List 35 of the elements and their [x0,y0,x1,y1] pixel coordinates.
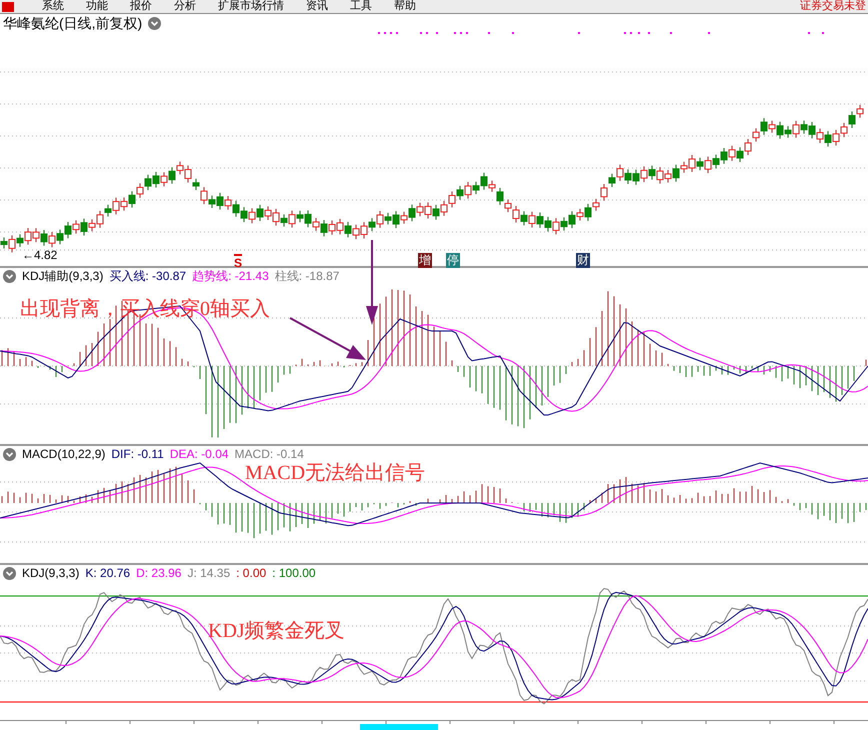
collapse-icon[interactable] [3,448,16,460]
event-badge[interactable]: 财 [576,253,590,268]
event-badge[interactable]: 停 [446,253,460,268]
indicator-value: DIF: -0.11 [111,446,164,463]
menu-item[interactable]: 功能 [86,0,108,13]
indicator-name: MACD(10,22,9) [22,446,106,463]
collapse-icon[interactable] [3,270,16,282]
indicator-value: D: 23.96 [136,565,182,582]
annotation-text: KDJ频繁金死叉 [208,619,345,644]
stock-title: 华峰氨纶(日线,前复权) [3,14,142,33]
indicator-value: : 0.00 [236,565,266,582]
menu-item[interactable]: 报价 [130,0,152,13]
collapse-icon[interactable] [3,566,16,580]
indicator-value: : 100.00 [272,565,316,582]
indicator-value: 柱线: -18.87 [274,268,340,285]
indicator-value: K: 20.76 [85,565,130,582]
menu-item[interactable]: 资讯 [306,0,328,13]
menu-item[interactable]: 系统 [42,0,64,13]
collapse-icon[interactable] [148,16,162,30]
annotation-text: MACD无法给出信号 [245,461,426,486]
menu-item[interactable]: 分析 [174,0,196,13]
indicator-name: KDJ辅助(9,3,3) [22,268,104,285]
indicator-value: 买入线: -30.87 [109,268,186,285]
indicator-value: J: 14.35 [187,565,230,582]
menu-item[interactable]: 扩展市场行情 [218,0,284,13]
menu-item[interactable]: 工具 [350,0,372,13]
menu-item[interactable]: 帮助 [394,0,416,13]
app-logo-icon [2,2,14,12]
login-status: 证券交易未登 [800,0,866,13]
indicator-value: 趋势线: -21.43 [192,268,269,285]
indicator-value: DEA: -0.04 [170,446,229,463]
indicator-value: MACD: -0.14 [234,446,304,463]
event-badge[interactable]: 增 [418,253,432,268]
indicator-name: KDJ(9,3,3) [22,565,80,582]
price-low-label: ←4.82 [22,247,58,264]
